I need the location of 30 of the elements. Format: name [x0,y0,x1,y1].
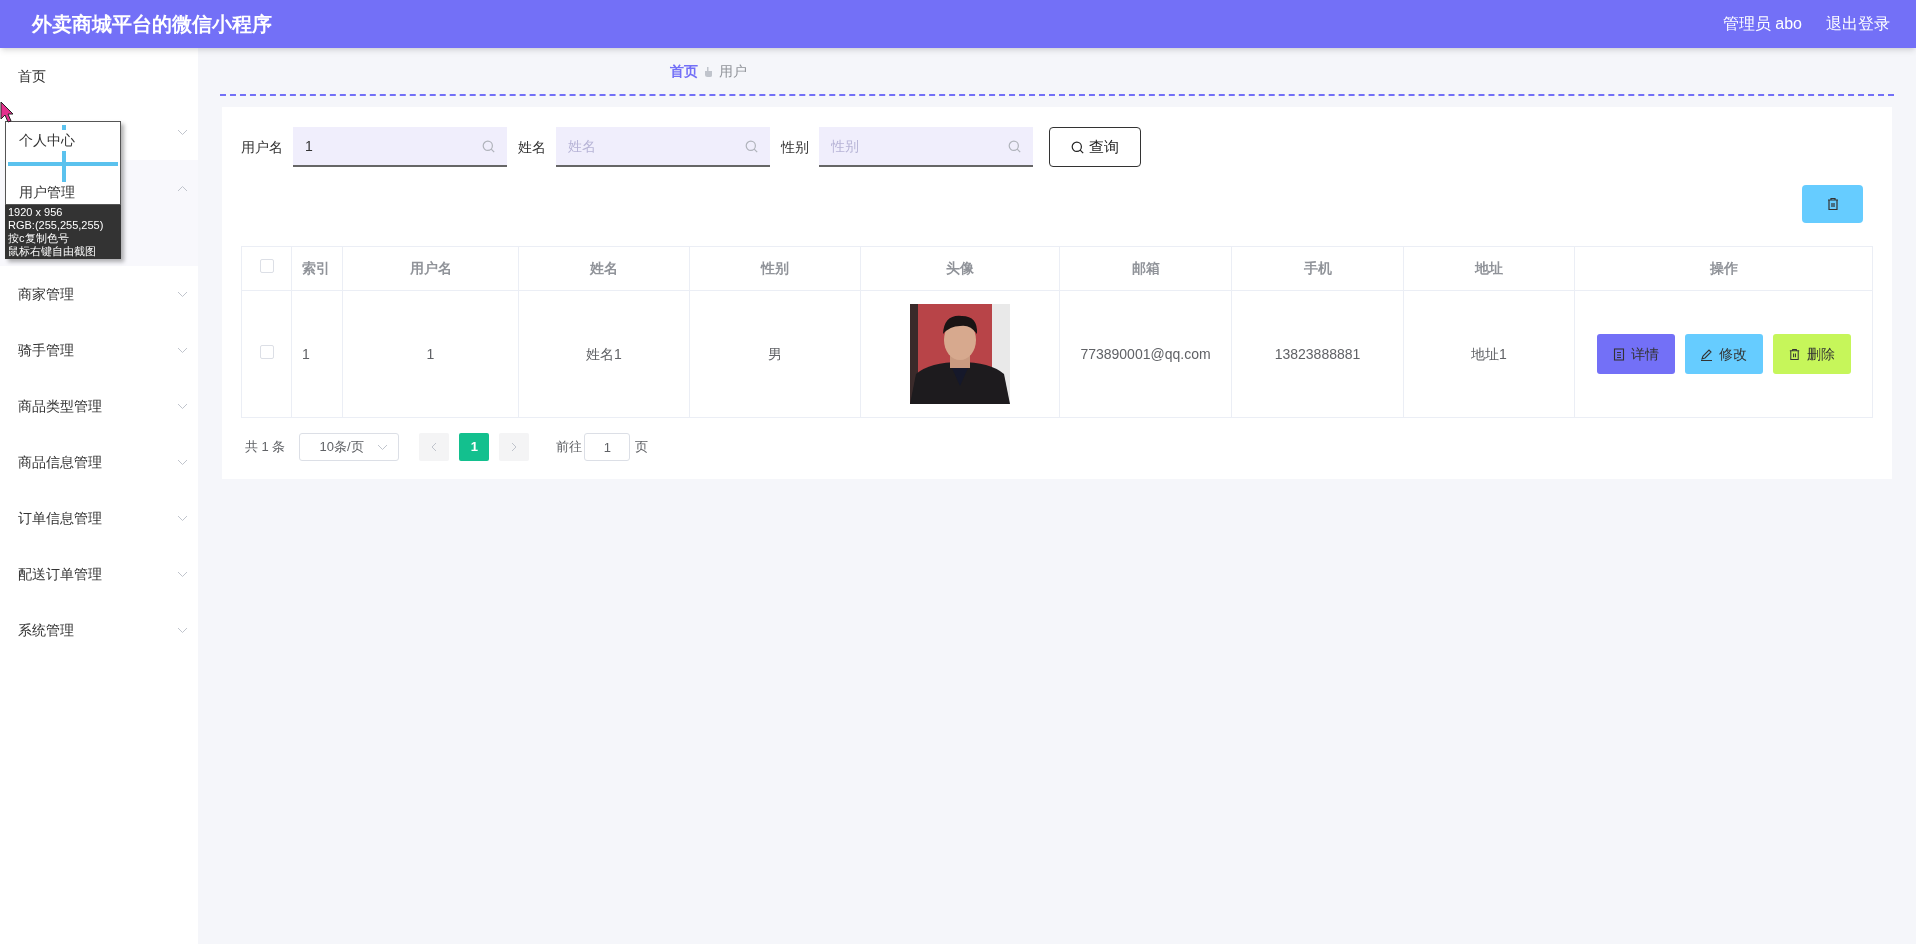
admin-label: 管理员 abo [1722,14,1802,34]
table-cell: 姓名1 [586,345,622,362]
info-text: RGB:(255,255,255) [8,219,105,232]
info-text: 按c复制色号 [8,232,70,245]
magnified-text: 用户管理 [19,182,75,203]
goto-label: 前往 [556,438,583,457]
column-header: 头像 [946,260,974,276]
field-label: 姓名 [518,137,546,157]
table-cell: 1 [302,345,310,362]
table-cell: 13823888881 [1274,345,1361,362]
total-count: 共 1 条 [245,438,286,457]
magnified-text: 个人中心 [19,130,75,151]
table-cell: 773890001@qq.com [1080,345,1211,362]
info-text: 1920 x 956 [8,206,64,219]
column-header: 操作 [1709,260,1738,276]
column-header: 手机 [1303,260,1332,276]
column-header: 性别 [761,260,789,276]
info-text: 鼠标右键自由截图 [8,245,97,258]
page-suffix: 页 [635,438,649,457]
field-label: 性别 [781,137,809,157]
table-cell: 1 [426,345,435,362]
app-title: 外卖商城平台的微信小程序 [32,12,272,37]
column-header: 用户名 [409,260,452,276]
table-cell: 地址1 [1471,345,1507,362]
column-header: 地址 [1475,260,1503,276]
column-header: 索引 [302,260,330,276]
column-header: 姓名 [590,260,618,276]
field-label: 用户名 [241,137,283,157]
table-cell: 男 [768,345,782,362]
column-header: 邮箱 [1131,260,1160,276]
